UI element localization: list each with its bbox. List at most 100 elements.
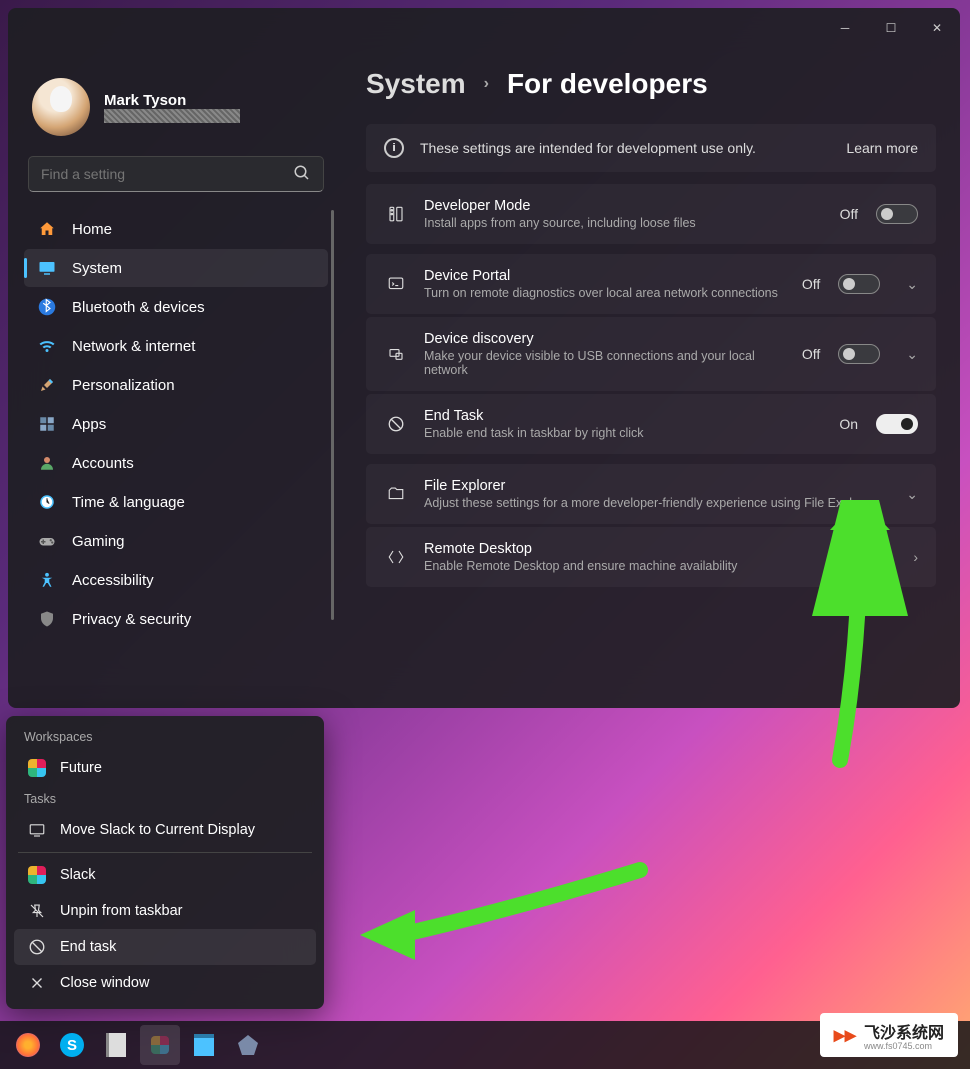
menu-unpin-from-taskbar[interactable]: Unpin from taskbar [14,893,316,929]
sidebar-item-label: Network & internet [72,338,195,355]
sidebar-item-system[interactable]: System [24,249,328,287]
setting-desc: Enable end task in taskbar by right clic… [424,426,823,440]
info-message: These settings are intended for developm… [420,140,830,156]
close-button[interactable]: ✕ [914,12,960,44]
sidebar-item-label: Bluetooth & devices [72,299,205,316]
chevron-right-icon[interactable]: › [913,549,918,565]
workspace-label: Future [60,760,102,776]
sidebar-item-label: Home [72,221,112,238]
setting-title: Remote Desktop [424,541,887,557]
learn-more-link[interactable]: Learn more [846,140,918,156]
menu-slack[interactable]: Slack [14,857,316,893]
sidebar-item-label: Privacy & security [72,611,191,628]
menu-item-label: Move Slack to Current Display [60,822,255,838]
workspace-item[interactable]: Future [14,750,316,786]
taskbar-notepad-icon[interactable] [184,1025,224,1065]
menu-end-task[interactable]: End task [14,929,316,965]
setting-file-explorer[interactable]: File Explorer Adjust these settings for a… [366,464,936,524]
menu-item-label: Unpin from taskbar [60,903,183,919]
setting-remote-desktop[interactable]: Remote Desktop Enable Remote Desktop and … [366,527,936,587]
close-icon [28,974,46,992]
sidebar-item-accessibility[interactable]: Accessibility [24,561,328,599]
search-input[interactable] [41,166,293,182]
setting-title: Device Portal [424,268,786,284]
toggle-switch[interactable] [876,204,918,224]
brush-icon [38,376,56,394]
taskbar-firefox-icon[interactable] [8,1025,48,1065]
scrollbar[interactable] [331,210,334,620]
setting-desc: Install apps from any source, including … [424,216,824,230]
breadcrumb-current: For developers [507,68,708,100]
sidebar-item-gaming[interactable]: Gaming [24,522,328,560]
watermark: ▸▸ 飞沙系统网 www.fs0745.com [820,1013,958,1057]
user-name: Mark Tyson [104,92,240,109]
sidebar-item-label: Accessibility [72,572,154,589]
watermark-url: www.fs0745.com [864,1041,944,1051]
time-icon [38,493,56,511]
sidebar-item-apps[interactable]: Apps [24,405,328,443]
toggle-state: Off [840,206,858,222]
sidebar-item-label: Time & language [72,494,185,511]
setting-desc: Enable Remote Desktop and ensure machine… [424,559,887,573]
setting-end-task[interactable]: End Task Enable end task in taskbar by ri… [366,394,936,454]
setting-device-discovery[interactable]: Device discoveryMake your device visible… [366,317,936,391]
slack-icon [28,759,46,777]
search-icon[interactable] [293,164,311,185]
taskbar-slack-icon[interactable] [140,1025,180,1065]
maximize-button[interactable]: ☐ [868,12,914,44]
privacy-icon [38,610,56,628]
sidebar-item-time-language[interactable]: Time & language [24,483,328,521]
sidebar-item-accounts[interactable]: Accounts [24,444,328,482]
sidebar-item-personalization[interactable]: Personalization [24,366,328,404]
taskbar-context-menu: Workspaces Future TasksMove Slack to Cur… [6,716,324,1009]
menu-item-label: Slack [60,867,95,883]
sidebar-item-home[interactable]: Home [24,210,328,248]
nav-list: Home System Bluetooth & devices Network & i… [24,210,336,708]
breadcrumb-parent[interactable]: System [366,68,466,100]
setting-title: File Explorer [424,478,880,494]
toggle-switch[interactable] [838,344,880,364]
chevron-down-icon[interactable]: ⌄ [906,346,918,363]
toggle-state: On [839,416,858,432]
sidebar-item-bluetooth-devices[interactable]: Bluetooth & devices [24,288,328,326]
main-content: System › For developers i These settings… [336,48,960,708]
toggle-state: Off [802,276,820,292]
titlebar: ─ ☐ ✕ [8,8,960,48]
setting-title: End Task [424,408,823,424]
display-icon [28,821,46,839]
setting-device-portal[interactable]: Device Portal Turn on remote diagnostics … [366,254,936,314]
setting-desc: Turn on remote diagnostics over local ar… [424,286,786,300]
user-email: ████████████████ [104,109,240,123]
taskbar-notes-icon[interactable] [96,1025,136,1065]
sidebar-item-label: Gaming [72,533,125,550]
sidebar-item-privacy-security[interactable]: Privacy & security [24,600,328,638]
setting-desc: Adjust these settings for a more develop… [424,496,880,510]
chevron-down-icon[interactable]: ⌄ [906,276,918,293]
setting-title: Device discovery [424,331,786,347]
endtask-icon [28,938,46,956]
sidebar-item-label: Apps [72,416,106,433]
menu-close-window[interactable]: Close window [14,965,316,1001]
explorer-icon [384,485,408,503]
accounts-icon [38,454,56,472]
wifi-icon [38,337,56,355]
info-icon: i [384,138,404,158]
remote-icon [384,548,408,566]
chevron-down-icon[interactable]: ⌄ [906,486,918,503]
home-icon [38,220,56,238]
sidebar-item-network-internet[interactable]: Network & internet [24,327,328,365]
toggle-switch[interactable] [838,274,880,294]
minimize-button[interactable]: ─ [822,12,868,44]
watermark-logo: ▸▸ [834,1022,856,1048]
discovery-icon [384,345,408,363]
toggle-switch[interactable] [876,414,918,434]
unpin-icon [28,902,46,920]
user-section[interactable]: Mark Tyson ████████████████ [24,68,336,156]
taskbar-app-icon[interactable] [228,1025,268,1065]
setting-developer-mode[interactable]: Developer ModeInstall apps from any sour… [366,184,936,244]
search-box[interactable] [28,156,324,192]
watermark-brand: 飞沙系统网 [864,1025,944,1042]
taskbar-skype-icon[interactable]: S [52,1025,92,1065]
menu-move-slack-to-current-display[interactable]: Move Slack to Current Display [14,812,316,848]
sidebar-item-label: Personalization [72,377,175,394]
